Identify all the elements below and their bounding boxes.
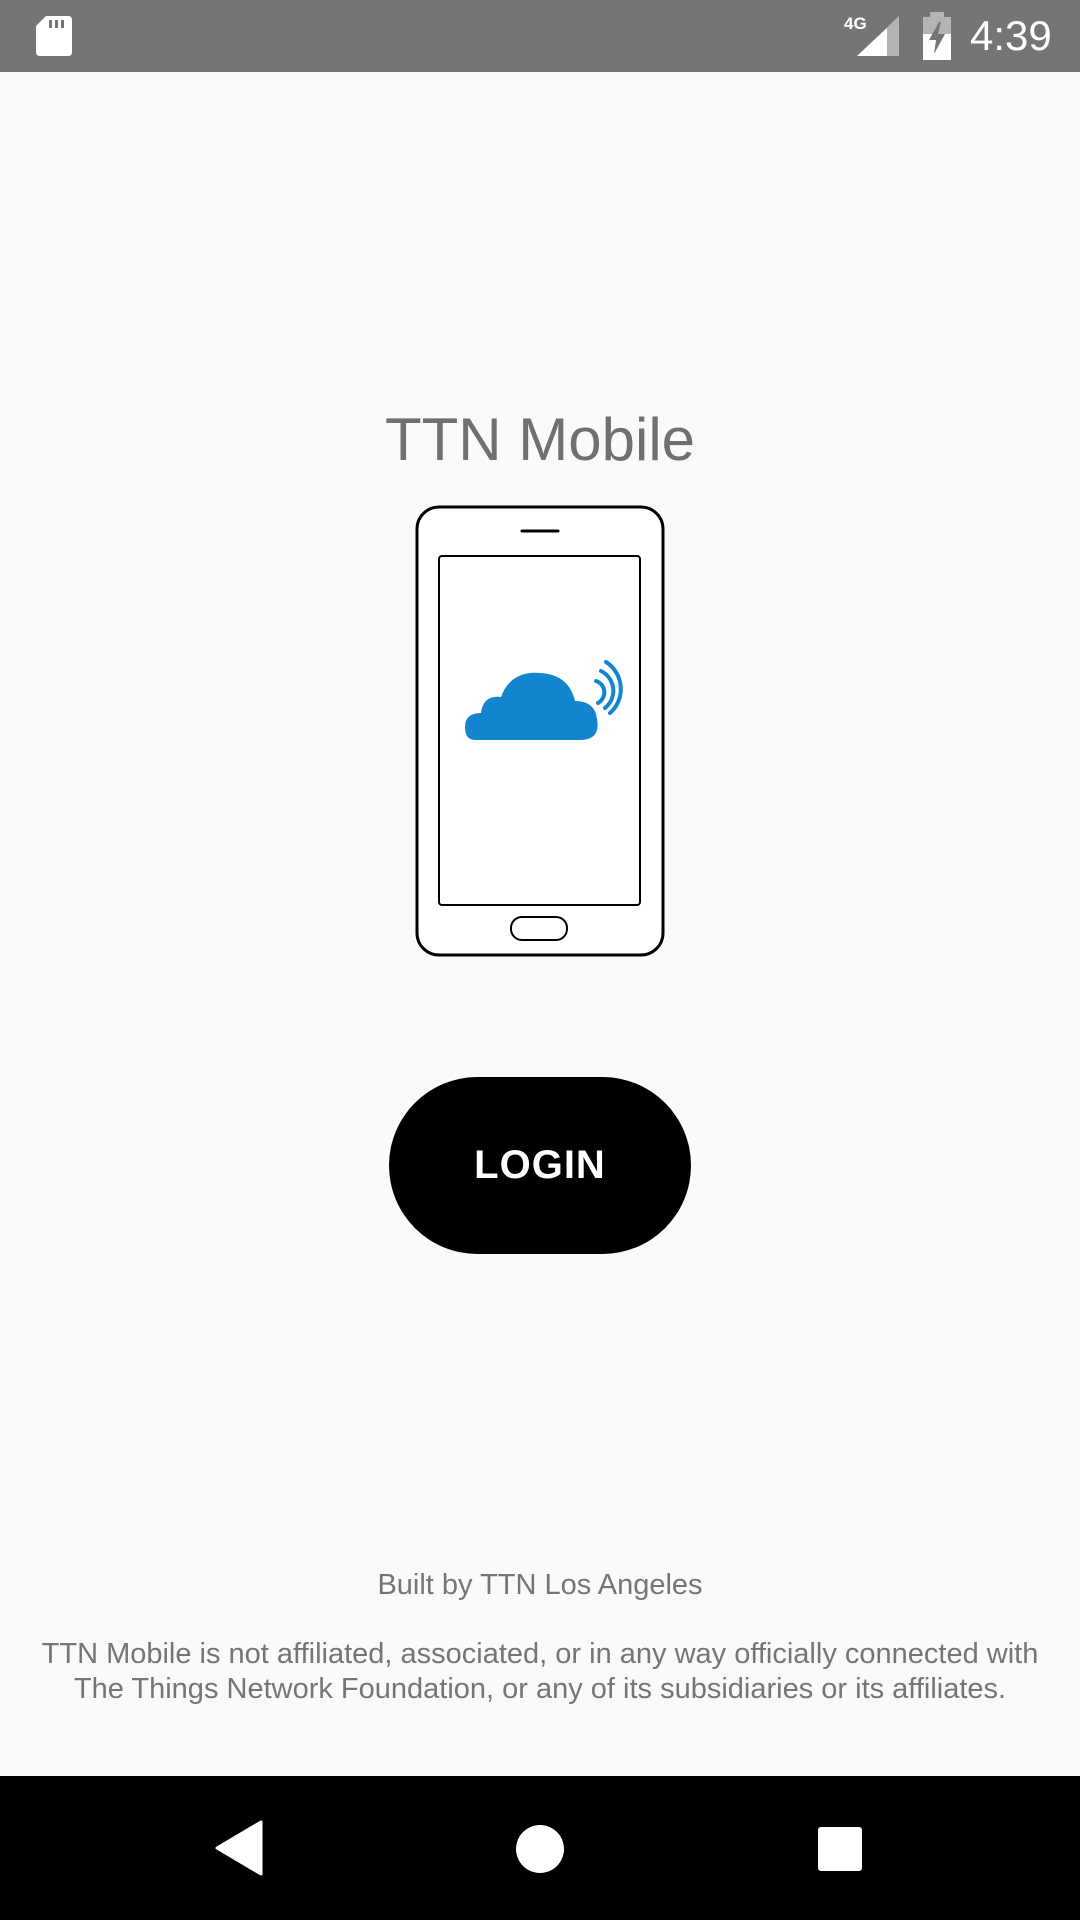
built-by-text: Built by TTN Los Angeles bbox=[377, 1569, 703, 1601]
sd-card-icon bbox=[36, 16, 72, 56]
disclaimer-text: TTN Mobile is not affiliated, associated… bbox=[41, 1638, 1039, 1705]
recents-icon[interactable] bbox=[817, 1826, 863, 1872]
battery-charging-icon bbox=[923, 12, 951, 60]
status-bar: 4G 4:39 bbox=[0, 0, 1080, 72]
navigation-bar bbox=[0, 1776, 1080, 1920]
login-button[interactable]: LOGIN bbox=[389, 1077, 691, 1254]
home-icon[interactable] bbox=[515, 1824, 565, 1874]
cellular-signal-icon: 4G bbox=[844, 14, 899, 56]
back-icon[interactable] bbox=[215, 1820, 263, 1876]
status-time: 4:39 bbox=[970, 12, 1052, 59]
screen: 4G 4:39 TTN Mobile LOGIN Built by TTN Lo… bbox=[0, 0, 1080, 1920]
app-title: TTN Mobile bbox=[384, 406, 696, 473]
phone-with-cloud-icon bbox=[415, 505, 665, 957]
network-type-label: 4G bbox=[844, 14, 867, 33]
